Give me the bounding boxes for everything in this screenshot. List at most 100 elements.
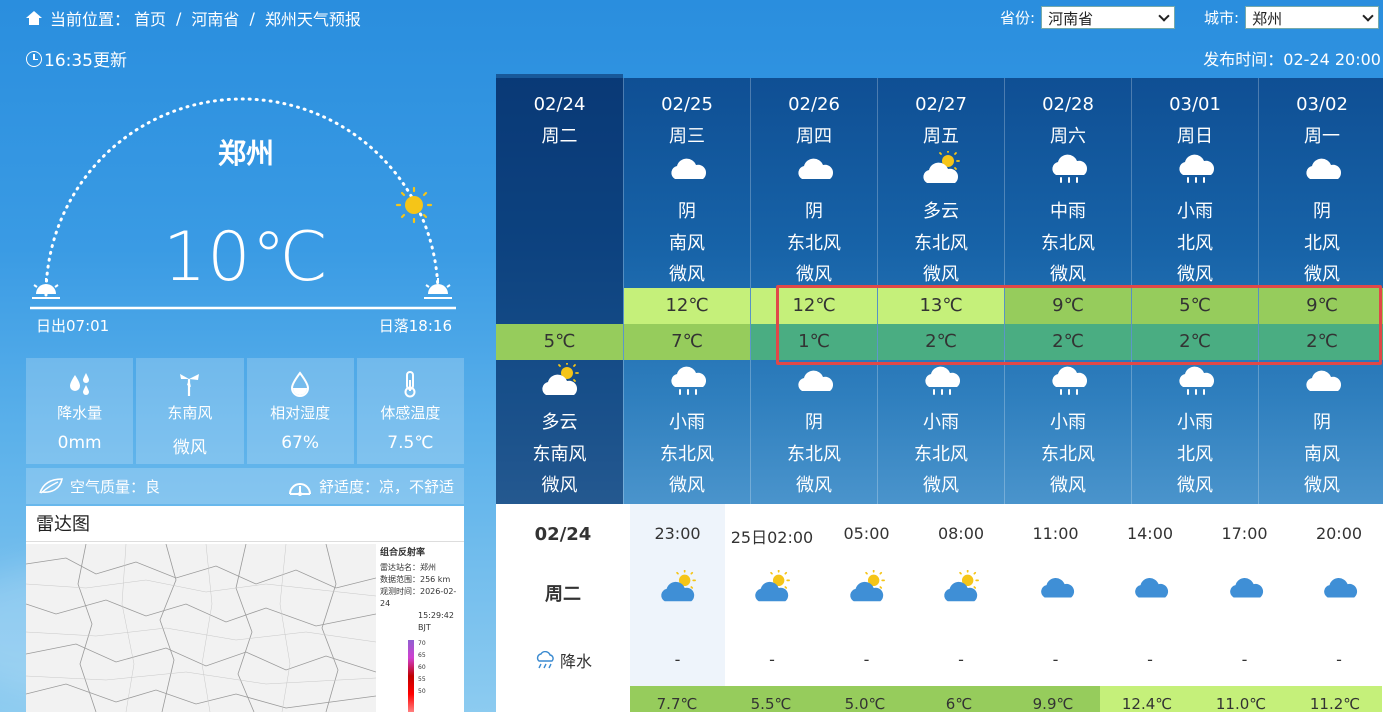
night-weather: 小雨 [1050, 412, 1086, 433]
city-value: 郑州 [1252, 10, 1283, 28]
city-select[interactable]: 郑州 [1245, 6, 1380, 29]
radar-panel: 雷达图 组合反射率 雷达站名：郑州 数据范围：256 km 观测时间：2026-… [26, 506, 464, 712]
seven-day-forecast: 02/24 周二 5℃ 多云 东南风 微风 02/25 周三 阴 南风 微风 1… [496, 74, 1383, 514]
radar-scale-labels: 70 65 60 55 50 [418, 638, 426, 698]
day-weather: 阴 [678, 201, 696, 222]
forecast-day-02-28[interactable]: 02/28 周六 中雨 东北风 微风 9℃ 2℃ 小雨 东北风 微风 [1004, 78, 1131, 504]
night-wind-level: 微风 [1177, 475, 1213, 496]
forecast-day-02-27[interactable]: 02/27 周五 多云 东北风 微风 13℃ 2℃ 小雨 东北风 微风 [877, 78, 1004, 504]
high-temp: 13℃ [878, 288, 1004, 324]
sun-cloud-icon [725, 570, 820, 604]
rain-icon [1005, 151, 1131, 185]
stat-wind: 东南风 微风 [136, 358, 244, 464]
hourly-temp: 11.0℃ [1194, 686, 1288, 712]
forecast-week: 周三 [669, 126, 705, 147]
night-weather: 小雨 [1177, 412, 1213, 433]
comfort-gauge-icon [288, 483, 311, 496]
stat-feels-like: 体感温度 7.5℃ [356, 358, 464, 464]
update-time-text: 16:35更新 [44, 51, 127, 71]
hourly-rain: - [769, 650, 775, 669]
stat-value: 微风 [172, 438, 207, 458]
cloud-icon [1292, 570, 1383, 604]
high-temp [496, 288, 623, 324]
high-temp: 9℃ [1259, 288, 1383, 324]
hourly-time: 08:00 [937, 524, 985, 543]
night-weather: 多云 [541, 412, 578, 433]
stat-value: 0mm [57, 433, 102, 453]
day-wind-level: 微风 [1050, 264, 1086, 285]
forecast-day-02-26[interactable]: 02/26 周四 阴 东北风 微风 12℃ 1℃ 阴 东北风 微风 [750, 78, 877, 504]
cloud-icon [1259, 151, 1383, 185]
breadcrumb-home[interactable]: 首页 [134, 6, 166, 30]
day-wind-level: 微风 [669, 264, 705, 285]
low-temp: 2℃ [1259, 324, 1383, 360]
night-wind-dir: 北风 [1177, 444, 1213, 465]
low-temp: 2℃ [1132, 324, 1258, 360]
province-label: 省份: [1000, 9, 1036, 27]
stat-precipitation: 降水量 0mm [26, 358, 134, 464]
day-weather: 中雨 [1050, 201, 1086, 222]
hourly-temp: 6℃ [912, 686, 1006, 712]
hourly-time: 14:00 [1126, 524, 1174, 543]
breadcrumb-prefix: 当前位置： [50, 10, 131, 29]
publish-time: 发布时间：02-24 20:00 [1203, 50, 1381, 69]
rain-icon [1132, 363, 1258, 397]
cloud-icon [751, 363, 877, 397]
radar-observe: 观测时间：2026-02-24 [380, 587, 457, 608]
update-time: 16:35更新 [26, 46, 127, 71]
sunrise-time: 日出07:01 [36, 317, 110, 335]
forecast-day-03-01[interactable]: 03/01 周日 小雨 北风 微风 5℃ 2℃ 小雨 北风 微风 [1131, 78, 1258, 504]
cloud-icon [1008, 570, 1103, 604]
forecast-day-02-25[interactable]: 02/25 周三 阴 南风 微风 12℃ 7℃ 小雨 东北风 微风 [623, 78, 750, 504]
top-bar: 当前位置： 首页 / 河南省 / 郑州天气预报 省份: 河南省 城市: 郑州 [0, 0, 1383, 34]
radar-map-image[interactable] [26, 544, 376, 712]
forecast-day-02-24[interactable]: 02/24 周二 5℃ 多云 东南风 微风 [496, 78, 623, 504]
day-weather: 小雨 [1177, 201, 1213, 222]
air-quality[interactable]: 空气质量：良 [38, 476, 160, 497]
sun-cloud-icon [819, 570, 914, 604]
stat-humidity: 相对湿度 67% [246, 358, 354, 464]
forecast-week: 周四 [796, 126, 832, 147]
night-wind-level: 微风 [669, 475, 705, 496]
hourly-temp: 11.2℃ [1288, 686, 1382, 712]
hourly-temp: 5.5℃ [724, 686, 818, 712]
chevron-down-icon [1158, 10, 1170, 22]
low-temp: 7℃ [624, 324, 750, 360]
breadcrumb-province[interactable]: 河南省 [191, 6, 239, 30]
night-wind-dir: 南风 [1304, 444, 1340, 465]
forecast-week: 周日 [1177, 126, 1213, 147]
forecast-date: 02/25 [661, 94, 713, 115]
radar-observe-time: 15:29:42 BJT [418, 611, 454, 632]
sun-cloud-icon [630, 570, 725, 604]
cloud-icon [1197, 570, 1292, 604]
stat-label: 相对湿度 [270, 404, 331, 422]
home-icon [26, 11, 42, 25]
day-wind-dir: 东北风 [914, 233, 968, 254]
sun-position-icon [395, 186, 433, 224]
chevron-down-icon [1362, 10, 1374, 22]
rain-icon [1132, 151, 1258, 185]
high-temp: 9℃ [1005, 288, 1131, 324]
rain-cloud-icon [536, 651, 554, 669]
hourly-temp: 9.9℃ [1006, 686, 1100, 712]
current-stats: 降水量 0mm 东南风 微风 相对湿度 67% 体感温度 7.5℃ [26, 358, 464, 464]
leaf-icon [39, 478, 63, 494]
day-wind-level: 微风 [1304, 264, 1340, 285]
hourly-temp: 7.7℃ [630, 686, 724, 712]
hourly-date: 02/24 [534, 524, 592, 545]
forecast-date: 02/28 [1042, 94, 1094, 115]
comfort[interactable]: 舒适度：凉，不舒适 [287, 475, 454, 497]
rain-icon [878, 363, 1004, 397]
forecast-day-03-02[interactable]: 03/02 周一 阴 北风 微风 9℃ 2℃ 阴 南风 微风 [1258, 78, 1383, 504]
night-wind-dir: 东北风 [914, 444, 968, 465]
day-wind-dir: 东北风 [1041, 233, 1095, 254]
current-city: 郑州 [217, 137, 274, 170]
forecast-date: 02/26 [788, 94, 840, 115]
scale-label: 70 [418, 640, 426, 647]
province-select[interactable]: 河南省 [1041, 6, 1176, 29]
sunset-time: 日落18:16 [378, 317, 452, 335]
humidity-drop-icon [291, 371, 310, 397]
day-weather: 阴 [805, 201, 823, 222]
night-wind-level: 微风 [923, 475, 959, 496]
stat-label: 体感温度 [380, 404, 441, 422]
